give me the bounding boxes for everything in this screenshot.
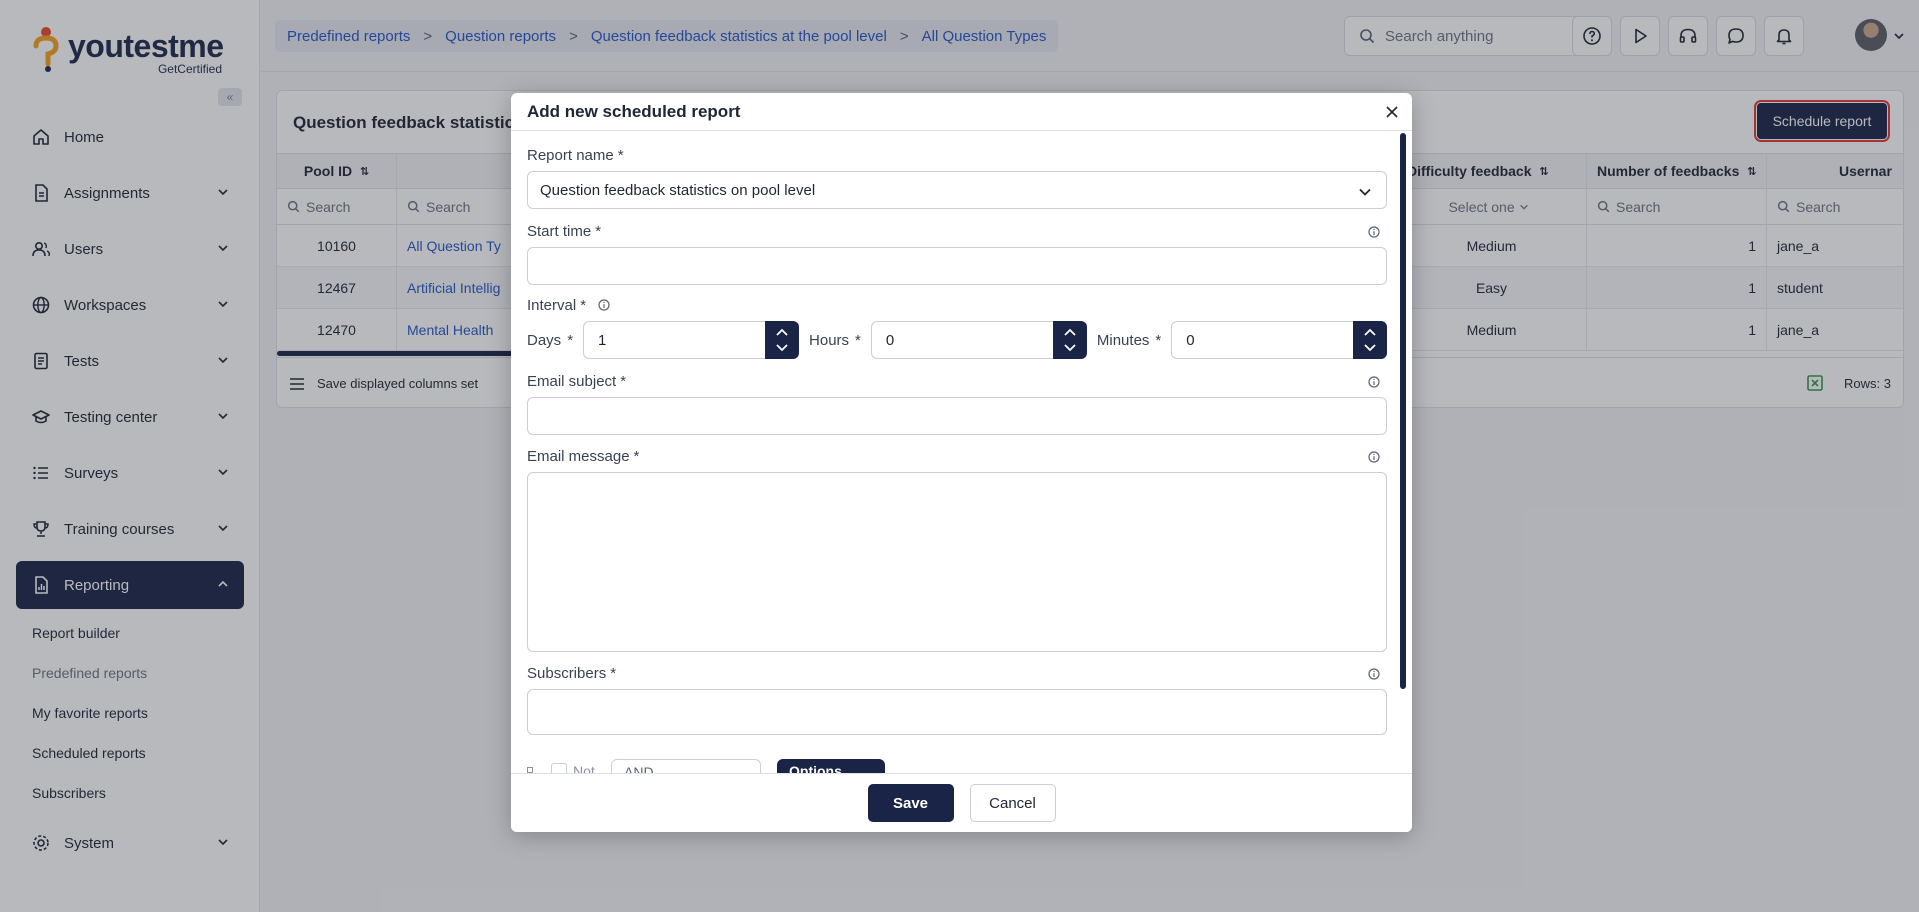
minutes-stepper-buttons[interactable] [1353, 321, 1388, 359]
report-name-label: Report name * [527, 147, 624, 164]
info-icon[interactable] [1368, 668, 1380, 680]
hours-stepper-buttons[interactable] [1052, 321, 1087, 359]
subscribers-label: Subscribers * [527, 665, 617, 682]
email-subject-label: Email subject * [527, 373, 627, 390]
hours-label: Hours * [809, 331, 861, 349]
days-label: Days * [527, 331, 574, 349]
report-name-select[interactable]: Question feedback statistics on pool lev… [527, 171, 1387, 209]
hours-input[interactable]: 0 [870, 321, 1053, 359]
chevron-down-icon[interactable] [1063, 343, 1077, 353]
not-label: Not [573, 763, 595, 773]
minutes-stepper: 0 [1171, 321, 1388, 359]
start-time-label: Start time * [527, 223, 602, 240]
dialog-header: Add new scheduled report [511, 93, 1412, 131]
days-stepper-buttons[interactable] [765, 321, 800, 359]
not-checkbox[interactable] [551, 763, 567, 773]
chevron-down-icon[interactable] [1363, 343, 1377, 353]
minutes-input[interactable]: 0 [1171, 321, 1354, 359]
minutes-label: Minutes * [1096, 331, 1162, 349]
dialog-title: Add new scheduled report [527, 102, 741, 121]
email-message-label: Email message * [527, 448, 640, 465]
logic-select[interactable]: AND [611, 759, 761, 773]
interval-label: Interval * [527, 297, 610, 314]
save-button[interactable]: Save [867, 784, 954, 822]
chevron-down-icon [1359, 188, 1371, 196]
cancel-button[interactable]: Cancel [969, 784, 1056, 822]
start-time-input[interactable] [527, 247, 1387, 285]
vertical-scrollbar[interactable] [1400, 133, 1406, 689]
days-input[interactable]: 1 [583, 321, 766, 359]
add-scheduled-report-dialog: Add new scheduled report Report name * Qu… [511, 93, 1412, 832]
chevron-up-icon[interactable] [1363, 327, 1377, 337]
chevron-up-icon[interactable] [1063, 327, 1077, 337]
chevron-down-icon[interactable] [775, 343, 789, 353]
info-icon[interactable] [598, 299, 610, 311]
close-icon[interactable] [1384, 104, 1400, 120]
subscriber-filter-row: Not AND Options [527, 759, 927, 773]
email-subject-input[interactable] [527, 397, 1387, 435]
dialog-body: Report name * Question feedback statistic… [511, 131, 1412, 773]
subscribers-input[interactable] [527, 689, 1387, 735]
interval-row: Days * 1 Hours * 0 Minutes * 0 [527, 321, 1388, 359]
options-button[interactable]: Options [777, 759, 885, 773]
email-message-textarea[interactable] [527, 472, 1387, 652]
hours-stepper: 0 [870, 321, 1087, 359]
info-icon[interactable] [1368, 226, 1380, 238]
dialog-footer: Save Cancel [511, 773, 1412, 832]
days-stepper: 1 [583, 321, 800, 359]
info-icon[interactable] [1368, 451, 1380, 463]
chevron-up-icon[interactable] [775, 327, 789, 337]
info-icon[interactable] [1368, 376, 1380, 388]
